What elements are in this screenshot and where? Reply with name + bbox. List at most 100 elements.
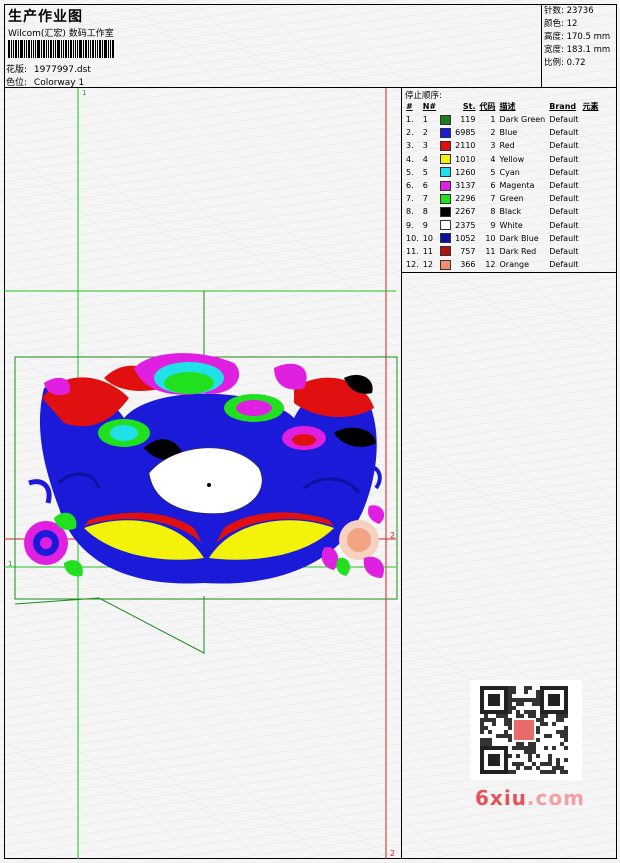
color-swatch xyxy=(438,245,453,258)
qr-module xyxy=(508,690,512,694)
qr-module xyxy=(480,738,484,742)
qr-module xyxy=(532,750,536,754)
guide-marker: 1 xyxy=(82,89,86,97)
qr-module xyxy=(488,718,492,722)
qr-module xyxy=(564,738,568,742)
watermark-suffix: .com xyxy=(526,786,585,810)
table-row: 11. 11 757 11 Dark Red Default xyxy=(404,245,601,258)
qr-module xyxy=(516,762,520,766)
row-index: 6. xyxy=(406,181,414,191)
row-description: Red xyxy=(499,141,515,151)
qr-module xyxy=(528,742,532,746)
qr-module xyxy=(512,686,516,690)
embroidery-preview: 1 1 2 2 xyxy=(4,88,401,859)
qr-module xyxy=(520,742,524,746)
row-element xyxy=(581,245,601,258)
row-description: Magenta xyxy=(499,181,535,191)
row-index: 8. xyxy=(406,207,414,217)
barcode-bar xyxy=(70,40,72,58)
qr-module xyxy=(528,686,532,690)
color-swatch-box xyxy=(440,193,452,204)
row-needle: 5 xyxy=(422,167,428,177)
barcode-bar xyxy=(55,40,56,58)
barcode-bar xyxy=(8,40,10,58)
barcode-bar xyxy=(92,40,94,58)
qr-module xyxy=(528,758,532,762)
row-element xyxy=(581,153,601,166)
page-title: 生产作业图 xyxy=(8,9,83,25)
barcode-bar xyxy=(46,40,47,58)
row-description: White xyxy=(499,220,523,230)
qr-module xyxy=(528,714,532,718)
barcode-bar xyxy=(43,40,45,58)
qr-module xyxy=(536,690,540,694)
qr-module xyxy=(492,722,496,726)
qr-module xyxy=(544,714,548,718)
row-element xyxy=(581,192,601,205)
row-stitches: 2296 xyxy=(455,194,476,204)
qr-module xyxy=(504,714,508,718)
qr-module xyxy=(532,746,536,750)
qr-module xyxy=(514,720,534,740)
row-element xyxy=(581,113,601,126)
row-description: Dark Green xyxy=(499,115,546,125)
qr-module xyxy=(552,770,556,774)
qr-module xyxy=(548,758,552,762)
qr-module xyxy=(512,698,516,702)
qr-module xyxy=(540,718,544,722)
table-row: 3. 3 2110 3 Red Default xyxy=(404,139,601,152)
qr-module xyxy=(484,714,488,718)
row-index: 10. xyxy=(406,233,419,243)
row-stitches: 2110 xyxy=(455,141,476,151)
qr-module xyxy=(548,770,552,774)
row-brand: Default xyxy=(549,141,579,151)
color-swatch-box xyxy=(440,233,452,244)
qr-module xyxy=(560,770,564,774)
qr-module xyxy=(540,714,544,718)
qr-module xyxy=(488,742,492,746)
qr-module xyxy=(540,770,544,774)
row-description: Orange xyxy=(499,260,530,270)
stat-value: 0.72 xyxy=(566,58,586,68)
barcode-bar xyxy=(88,40,89,58)
barcode-bar xyxy=(41,40,42,58)
row-needle: 8 xyxy=(422,207,428,217)
qr-module xyxy=(528,766,532,770)
row-description: Black xyxy=(499,207,522,217)
row-code: 10 xyxy=(485,233,496,243)
row-code: 11 xyxy=(485,246,496,256)
stat-colors: 颜色: 12 xyxy=(544,18,577,31)
table-row: 8. 8 2267 8 Black Default xyxy=(404,205,601,218)
row-brand: Default xyxy=(549,128,579,138)
row-code: 7 xyxy=(490,194,496,204)
row-stitches: 6985 xyxy=(455,128,476,138)
qr-module xyxy=(520,698,524,702)
barcode-bar xyxy=(104,40,107,58)
qr-module xyxy=(504,730,508,734)
qr-module xyxy=(512,762,516,766)
qr-module xyxy=(508,686,512,690)
barcode-bar xyxy=(83,40,84,58)
qr-module xyxy=(524,750,528,754)
qr-module xyxy=(560,742,564,746)
qr-module xyxy=(524,766,528,770)
guide-marker: 2 xyxy=(390,531,395,540)
qr-module xyxy=(516,714,520,718)
qr-module xyxy=(560,730,564,734)
table-row: 12. 12 366 12 Orange Default xyxy=(404,258,601,271)
row-element xyxy=(581,219,601,232)
watermark-logo: 6xiu.com xyxy=(475,786,585,810)
qr-module xyxy=(492,718,496,722)
row-element xyxy=(581,166,601,179)
qr-module xyxy=(536,726,540,730)
col-header: 元素 xyxy=(582,102,599,111)
row-stitches: 2267 xyxy=(455,207,476,217)
qr-module xyxy=(556,766,560,770)
qr-module xyxy=(536,766,540,770)
barcode-bar xyxy=(79,40,82,58)
row-element xyxy=(581,139,601,152)
qr-module xyxy=(516,702,520,706)
qr-module xyxy=(508,770,512,774)
pattern-value: 1977997.dst xyxy=(33,65,91,75)
barcode-bar xyxy=(65,40,67,58)
